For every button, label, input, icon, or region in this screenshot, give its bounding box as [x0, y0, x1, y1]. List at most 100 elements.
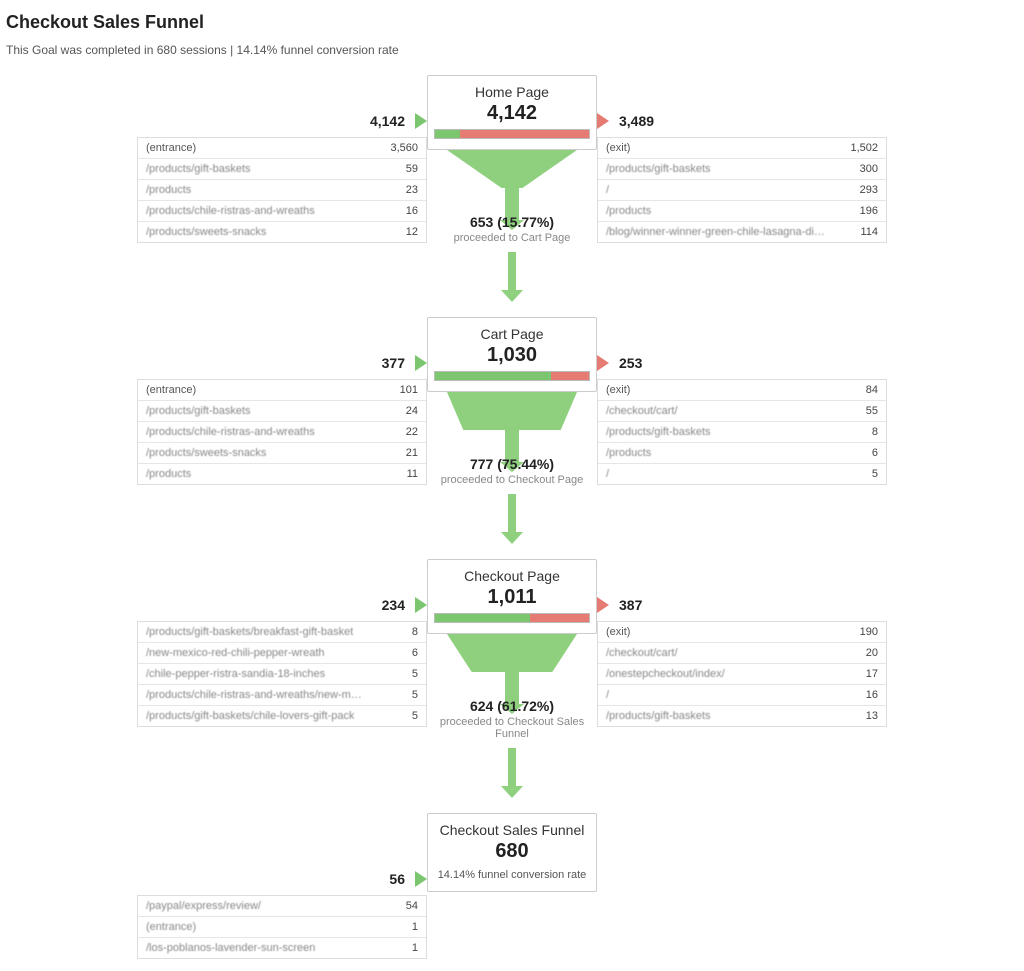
arrow-right-red-icon [597, 113, 609, 129]
path-label: /products [606, 447, 651, 459]
table-row[interactable]: /checkout/cart/55 [598, 400, 886, 421]
table-row[interactable]: /products/gift-baskets8 [598, 421, 886, 442]
arrow-right-green-icon [415, 113, 427, 129]
exits-count: 387 [613, 597, 642, 613]
conversion-rate-note: 14.14% funnel conversion rate [434, 869, 590, 881]
path-count: 59 [398, 163, 418, 175]
exits-column: 387 (exit)190/checkout/cart/20/onestepche… [597, 559, 887, 727]
table-row[interactable]: (exit) 1,502 [598, 137, 886, 158]
table-row[interactable]: /products/gift-baskets13 [598, 705, 886, 726]
entries-column: 377(entrance)101/products/gift-baskets24… [137, 317, 427, 485]
path-count: 1 [404, 921, 418, 933]
stage-center: Home Page 4,142 653 (15.77%) proceeded to … [427, 75, 597, 317]
table-row[interactable]: (entrance) 1 [138, 916, 426, 937]
table-row[interactable]: /products23 [138, 179, 426, 200]
bar-exited-segment [530, 614, 589, 622]
path-label: (exit) [606, 626, 630, 638]
table-row[interactable]: /products/sweets-snacks12 [138, 221, 426, 242]
exits-count-row: 3,489 [597, 111, 654, 131]
proceed-summary: 777 (75.44%) proceeded to Checkout Page [441, 456, 584, 486]
entries-column: 56/paypal/express/review/54(entrance)1/l… [137, 813, 427, 959]
proceed-count: 653 (15.77%) [454, 214, 571, 230]
path-count: 55 [858, 405, 878, 417]
stage-count: 1,030 [434, 344, 590, 367]
bar-exited-segment [551, 372, 590, 380]
stage-count: 1,011 [434, 586, 590, 609]
path-label: /products/chile-ristras-and-wreaths [146, 426, 315, 438]
table-row[interactable]: (exit) 84 [598, 379, 886, 400]
arrow-down-icon [501, 252, 523, 305]
path-count: 23 [398, 184, 418, 196]
path-label: /products [146, 468, 191, 480]
table-row[interactable]: /products196 [598, 200, 886, 221]
stage-box[interactable]: Checkout Page1,011 [427, 559, 597, 634]
table-row[interactable]: /products/chile-ristras-and-wreaths22 [138, 421, 426, 442]
stage-box[interactable]: Checkout Sales Funnel68014.14% funnel co… [427, 813, 597, 892]
arrow-right-green-icon [415, 597, 427, 613]
page-subtitle: This Goal was completed in 680 sessions … [6, 43, 1018, 57]
table-row[interactable]: (entrance)101 [138, 379, 426, 400]
proceed-bar [434, 613, 590, 623]
table-row[interactable]: /5 [598, 463, 886, 484]
table-row[interactable]: /new-mexico-red-chili-pepper-wreath6 [138, 642, 426, 663]
path-count: 5 [864, 468, 878, 480]
path-count: 101 [392, 384, 418, 396]
table-row[interactable]: /293 [598, 179, 886, 200]
proceed-label: proceeded to Checkout Page [441, 474, 584, 486]
table-row[interactable]: /los-poblanos-lavender-sun-screen 1 [138, 937, 426, 958]
path-count: 20 [858, 647, 878, 659]
path-count: 24 [398, 405, 418, 417]
table-row[interactable]: /products11 [138, 463, 426, 484]
path-count: 114 [852, 226, 878, 238]
path-count: 1,502 [842, 142, 878, 154]
table-row[interactable]: /chile-pepper-ristra-sandia-18-inches5 [138, 663, 426, 684]
table-row[interactable]: /products/gift-baskets/chile-lovers-gift… [138, 705, 426, 726]
stage-name: Home Page [434, 84, 590, 100]
page-title: Checkout Sales Funnel [6, 12, 1018, 33]
table-row[interactable]: /products/sweets-snacks21 [138, 442, 426, 463]
table-row[interactable]: /checkout/cart/20 [598, 642, 886, 663]
bar-exited-segment [460, 130, 589, 138]
path-label: /new-mexico-red-chili-pepper-wreath [146, 647, 325, 659]
table-row[interactable]: /blog/winner-winner-green-chile-lasagna-… [598, 221, 886, 242]
table-row[interactable]: (entrance)3,560 [138, 137, 426, 158]
path-count: 1 [404, 942, 418, 954]
path-count: 84 [858, 384, 878, 396]
path-label: /products/gift-baskets [606, 710, 711, 722]
table-row[interactable]: /onestepcheckout/index/17 [598, 663, 886, 684]
path-label: (entrance) [146, 921, 196, 933]
table-row[interactable]: /products/chile-ristras-and-wreaths/new-… [138, 684, 426, 705]
path-count: 21 [398, 447, 418, 459]
path-count: 5 [404, 710, 418, 722]
stage-box[interactable]: Home Page 4,142 [427, 75, 597, 150]
path-label: /onestepcheckout/index/ [606, 668, 725, 680]
stage-name: Cart Page [434, 326, 590, 342]
table-row[interactable]: /16 [598, 684, 886, 705]
exits-count-row: 387 [597, 595, 642, 615]
proceed-label: proceeded to Cart Page [454, 232, 571, 244]
table-row[interactable]: /paypal/express/review/54 [138, 895, 426, 916]
funnel-stage: 4,142 (entrance)3,560/products/gift-baske… [6, 75, 1018, 317]
path-label: /products/chile-ristras-and-wreaths [146, 205, 315, 217]
entry-paths-table: (entrance)101/products/gift-baskets24/pr… [137, 379, 427, 485]
stage-box[interactable]: Cart Page 1,030 [427, 317, 597, 392]
table-row[interactable]: /products/gift-baskets/breakfast-gift-ba… [138, 621, 426, 642]
proceed-count: 777 (75.44%) [441, 456, 584, 472]
path-label: / [606, 689, 609, 701]
table-row[interactable]: /products/chile-ristras-and-wreaths16 [138, 200, 426, 221]
table-row[interactable]: (exit)190 [598, 621, 886, 642]
stage-count: 4,142 [434, 102, 590, 125]
table-row[interactable]: /products6 [598, 442, 886, 463]
entries-column: 4,142(entrance)3,560/products/gift-baske… [137, 75, 427, 243]
proceed-summary: 624 (61.72%)proceeded to Checkout Sales … [427, 698, 597, 740]
table-row[interactable]: /products/gift-baskets300 [598, 158, 886, 179]
bar-proceeded-segment [435, 130, 460, 138]
table-row[interactable]: /products/gift-baskets59 [138, 158, 426, 179]
path-label: (exit) [606, 384, 630, 396]
path-label: /los-poblanos-lavender-sun-screen [146, 942, 315, 954]
path-label: /products/sweets-snacks [146, 226, 266, 238]
path-label: (exit) [606, 142, 630, 154]
path-label: /checkout/cart/ [606, 405, 678, 417]
table-row[interactable]: /products/gift-baskets24 [138, 400, 426, 421]
proceed-bar [434, 371, 590, 381]
